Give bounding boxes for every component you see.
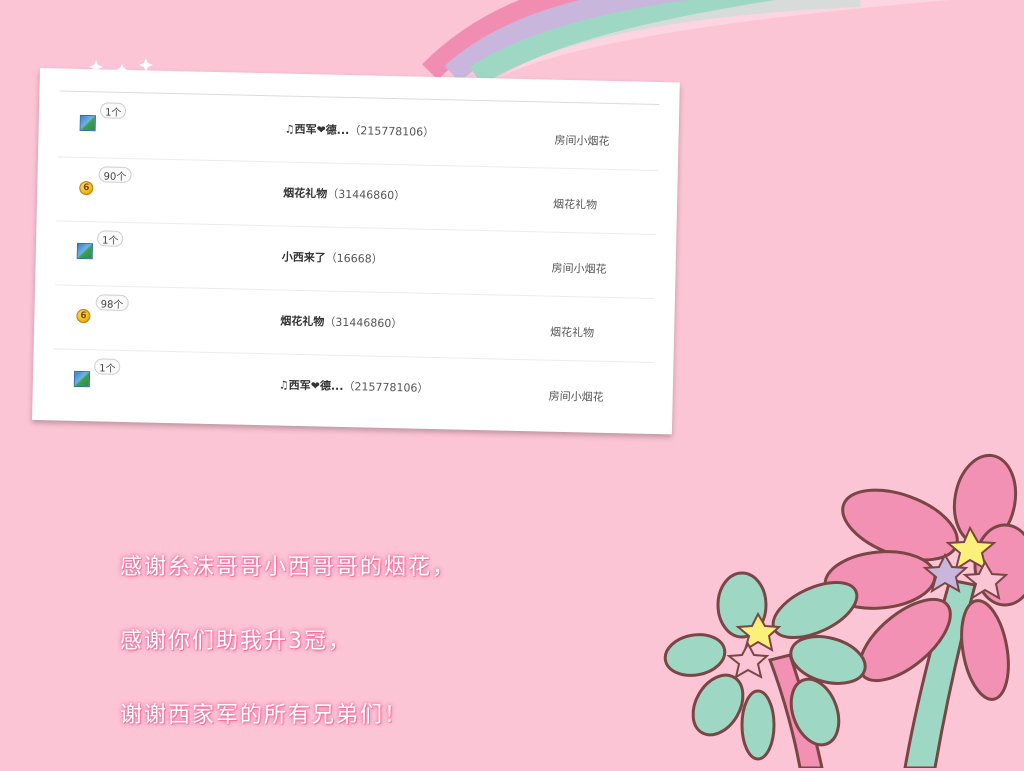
coin-6-icon: 6 [76, 308, 91, 324]
picture-gift-icon [73, 370, 91, 388]
gift-name: 房间小烟花 [548, 389, 604, 404]
picture-gift-icon [76, 242, 94, 260]
message-line: 感谢糸沫哥哥小西哥哥的烟花， [120, 555, 457, 580]
sender-info[interactable]: 烟花礼物（31446860） [280, 313, 402, 332]
message-line: 谢谢西家军的所有兄弟们！ [120, 703, 409, 728]
rainbow [422, 0, 950, 86]
sender-id: （31446860） [324, 315, 403, 331]
sender-name[interactable]: 烟花礼物 [283, 187, 327, 201]
sender-name[interactable]: ♫西军❤德... [279, 379, 344, 393]
message-line: 感谢你们助我升3冠， [120, 629, 352, 654]
sender-id: （215778106） [349, 124, 435, 139]
table-row: 1个 ♫西军❤德...（215778106） 房间小烟花 [52, 348, 653, 426]
sender-name[interactable]: 小西来了 [282, 251, 326, 265]
thank-you-message: 感谢糸沫哥哥小西哥哥的烟花， 感谢你们助我升3冠， 谢谢西家军的所有兄弟们！ [120, 512, 590, 771]
sender-name[interactable]: 烟花礼物 [280, 315, 324, 329]
sender-info[interactable]: 小西来了（16668） [282, 249, 383, 267]
gift-name: 房间小烟花 [551, 261, 607, 276]
gift-name: 烟花礼物 [549, 325, 595, 340]
gift-count-badge: 1个 [94, 358, 121, 375]
gift-name: 烟花礼物 [552, 197, 598, 212]
gift-record-panel: 1个 ♫西军❤德...（215778106） 房间小烟花 6 90个 烟花礼物（… [32, 68, 680, 435]
picture-gift-icon [79, 114, 96, 132]
sender-name[interactable]: ♫西军❤德... [285, 123, 350, 137]
coin-6-icon: 6 [79, 180, 94, 196]
sender-info[interactable]: ♫西军❤德...（215778106） [279, 377, 429, 396]
mint-palm-tree [663, 571, 867, 768]
sender-info[interactable]: 烟花礼物（31446860） [283, 185, 405, 204]
gift-count-badge: 98个 [95, 294, 129, 312]
gift-count-badge: 1个 [96, 230, 124, 247]
sender-info[interactable]: ♫西军❤德...（215778106） [285, 121, 435, 140]
sender-id: （215778106） [343, 379, 429, 395]
sender-id: （31446860） [327, 187, 406, 203]
gift-count-badge: 90个 [98, 166, 132, 184]
sender-id: （16668） [325, 251, 383, 266]
gift-name: 房间小烟花 [554, 133, 610, 148]
gift-count-badge: 1个 [99, 102, 127, 119]
